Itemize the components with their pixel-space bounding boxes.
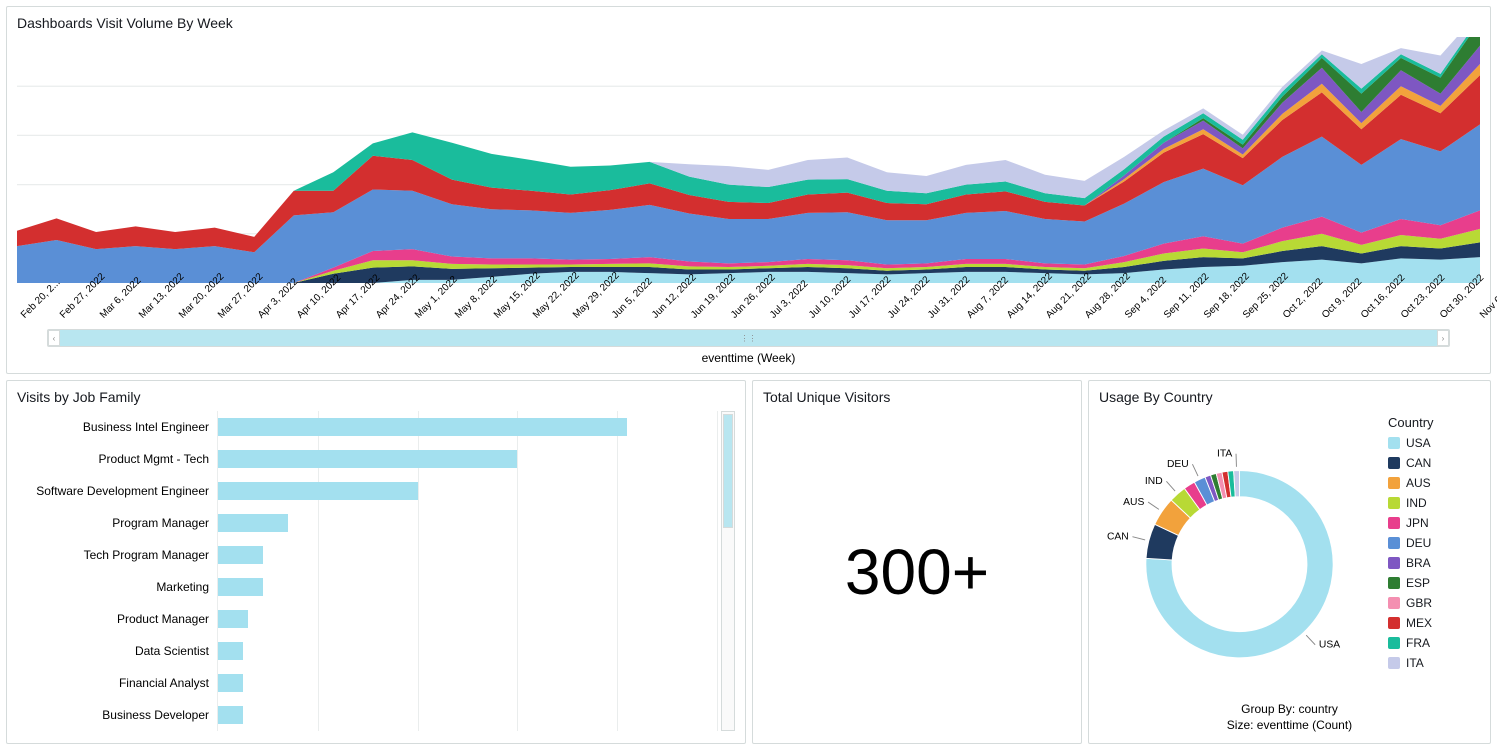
hbar-bar[interactable] xyxy=(218,450,517,468)
panel-title: Visits by Job Family xyxy=(17,389,735,405)
hbar-bar[interactable] xyxy=(218,674,243,692)
donut-callout-label: DEU xyxy=(1167,459,1189,470)
donut-callout-label: ITA xyxy=(1217,449,1232,460)
hbar-category-labels: Business Intel Engineer Product Mgmt - Te… xyxy=(17,411,217,731)
donut-size: Size: eventtime (Count) xyxy=(1227,718,1352,732)
area-chart[interactable] xyxy=(17,37,1480,283)
legend-item[interactable]: BRA xyxy=(1388,556,1480,570)
legend-swatch xyxy=(1388,437,1400,449)
legend-label: DEU xyxy=(1406,536,1431,550)
donut-group-by: Group By: country xyxy=(1241,702,1338,716)
hbar-bar[interactable] xyxy=(218,642,243,660)
legend-label: BRA xyxy=(1406,556,1431,570)
panel-dashboards-visit-volume: Dashboards Visit Volume By Week Feb 20, … xyxy=(6,6,1491,374)
legend-swatch xyxy=(1388,577,1400,589)
hbar-label: Tech Program Manager xyxy=(17,548,209,562)
hbar-chart[interactable] xyxy=(217,411,717,731)
legend-item[interactable]: MEX xyxy=(1388,616,1480,630)
kpi-value: 300+ xyxy=(763,411,1071,733)
legend-swatch xyxy=(1388,637,1400,649)
donut-subtitle: Group By: country Size: eventtime (Count… xyxy=(1099,699,1480,733)
panel-title: Dashboards Visit Volume By Week xyxy=(17,15,1480,31)
donut-legend: Country USA CAN AUS IND JPN DEU BRA ESP GBR MEX FR… xyxy=(1388,411,1480,699)
legend-swatch xyxy=(1388,557,1400,569)
legend-label: AUS xyxy=(1406,476,1431,490)
hbar-label: Marketing xyxy=(17,580,209,594)
legend-item[interactable]: GBR xyxy=(1388,596,1480,610)
area-x-axis-title: eventtime (Week) xyxy=(17,351,1480,365)
hbar-bar[interactable] xyxy=(218,418,627,436)
hbar-label: Program Manager xyxy=(17,516,209,530)
legend-item[interactable]: ITA xyxy=(1388,656,1480,670)
slider-handle-left[interactable]: ‹ xyxy=(48,330,60,346)
legend-label: IND xyxy=(1406,496,1427,510)
legend-label: CAN xyxy=(1406,456,1431,470)
legend-swatch xyxy=(1388,617,1400,629)
legend-item[interactable]: AUS xyxy=(1388,476,1480,490)
legend-label: FRA xyxy=(1406,636,1430,650)
donut-chart[interactable]: CAN AUSIND DEU ITA USA xyxy=(1099,411,1380,699)
legend-item[interactable]: JPN xyxy=(1388,516,1480,530)
panel-usage-by-country: Usage By Country CANAUSINDDEUITAUSA Coun… xyxy=(1088,380,1491,744)
slider-handle-right[interactable]: › xyxy=(1437,330,1449,346)
hbar-label: Business Intel Engineer xyxy=(17,420,209,434)
legend-item[interactable]: DEU xyxy=(1388,536,1480,550)
hbar-scrollbar[interactable] xyxy=(721,411,735,731)
area-range-slider[interactable]: ‹ ⋮⋮ › xyxy=(47,329,1450,347)
donut-callout-label: AUS xyxy=(1123,497,1144,508)
hbar-bar[interactable] xyxy=(218,482,418,500)
legend-swatch xyxy=(1388,537,1400,549)
legend-label: MEX xyxy=(1406,616,1432,630)
hbar-bar[interactable] xyxy=(218,578,263,596)
legend-swatch xyxy=(1388,497,1400,509)
hbar-bar[interactable] xyxy=(218,610,248,628)
area-x-tick-labels: Feb 20, 2...Feb 27, 2022Mar 6, 2022Mar 1… xyxy=(17,283,1480,327)
hbar-label: Product Manager xyxy=(17,612,209,626)
legend-item[interactable]: IND xyxy=(1388,496,1480,510)
legend-title: Country xyxy=(1388,415,1480,430)
donut-callout-label: USA xyxy=(1319,640,1340,651)
x-tick-label: Nov 6, 2022 xyxy=(1478,313,1497,343)
panel-visits-by-job-family: Visits by Job Family Business Intel Engi… xyxy=(6,380,746,744)
panel-title: Usage By Country xyxy=(1099,389,1480,405)
hbar-bar[interactable] xyxy=(218,706,243,724)
legend-swatch xyxy=(1388,657,1400,669)
legend-label: ESP xyxy=(1406,576,1430,590)
legend-swatch xyxy=(1388,597,1400,609)
slider-track[interactable]: ⋮⋮ xyxy=(60,334,1437,343)
legend-item[interactable]: CAN xyxy=(1388,456,1480,470)
hbar-label: Product Mgmt - Tech xyxy=(17,452,209,466)
hbar-label: Financial Analyst xyxy=(17,676,209,690)
legend-item[interactable]: USA xyxy=(1388,436,1480,450)
legend-label: USA xyxy=(1406,436,1431,450)
hbar-label: Business Developer xyxy=(17,708,209,722)
scrollbar-thumb[interactable] xyxy=(723,414,733,528)
legend-label: JPN xyxy=(1406,516,1429,530)
panel-total-unique-visitors: Total Unique Visitors 300+ xyxy=(752,380,1082,744)
legend-item[interactable]: ESP xyxy=(1388,576,1480,590)
donut-callout-label: CAN xyxy=(1107,532,1129,543)
panel-title: Total Unique Visitors xyxy=(763,389,1071,405)
legend-swatch xyxy=(1388,477,1400,489)
hbar-label: Data Scientist xyxy=(17,644,209,658)
hbar-bar[interactable] xyxy=(218,546,263,564)
hbar-label: Software Development Engineer xyxy=(17,484,209,498)
legend-label: ITA xyxy=(1406,656,1424,670)
legend-label: GBR xyxy=(1406,596,1432,610)
hbar-bar[interactable] xyxy=(218,514,288,532)
legend-item[interactable]: FRA xyxy=(1388,636,1480,650)
donut-callout-label: IND xyxy=(1145,476,1163,487)
legend-swatch xyxy=(1388,457,1400,469)
legend-swatch xyxy=(1388,517,1400,529)
x-tick-label: Feb 20, 2... xyxy=(19,313,49,343)
